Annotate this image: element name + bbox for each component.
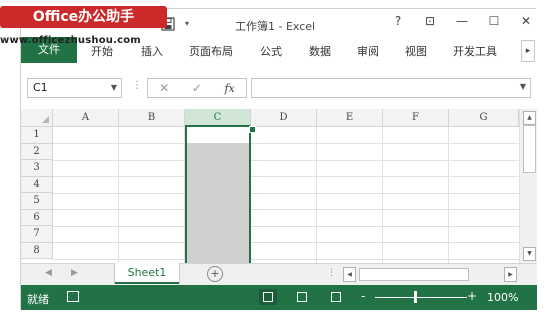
scroll-right-icon[interactable]: ▶ [504, 267, 517, 282]
maximize-button[interactable]: ☐ [487, 14, 501, 28]
cancel-icon[interactable]: ✕ [159, 81, 169, 95]
tab-split-grip-icon[interactable]: ⋮ [327, 268, 336, 278]
scroll-thumb[interactable] [523, 125, 536, 173]
column-header-f[interactable]: F [383, 109, 449, 127]
chevron-down-icon[interactable]: ▼ [111, 79, 117, 97]
help-button[interactable]: ? [391, 14, 405, 28]
grid-line [53, 176, 519, 177]
tab-insert[interactable]: 插入 [141, 43, 163, 59]
column-header-b[interactable]: B [119, 109, 185, 127]
minimize-button[interactable]: — [455, 14, 469, 28]
row-header-8[interactable]: 8 [21, 242, 53, 259]
row-header-2[interactable]: 2 [21, 143, 53, 160]
scroll-up-icon[interactable]: ▲ [523, 111, 536, 125]
normal-view-icon[interactable] [259, 289, 277, 305]
scroll-left-icon[interactable]: ◀ [343, 267, 356, 282]
zoom-out-button[interactable]: - [361, 289, 365, 303]
vertical-scrollbar[interactable]: ▲ ▼ [519, 109, 537, 263]
active-cell[interactable] [187, 127, 249, 143]
row-header-4[interactable]: 4 [21, 176, 53, 193]
horizontal-scrollbar[interactable]: ◀ ▶ [343, 267, 517, 282]
fill-handle[interactable] [249, 126, 256, 133]
row-header-3[interactable]: 3 [21, 160, 53, 177]
status-bar: 就绪 - + 100% [21, 285, 537, 310]
close-button[interactable]: ✕ [519, 14, 533, 28]
expand-formula-bar-icon[interactable]: ▼ [520, 82, 526, 91]
insert-function-icon[interactable]: fx [224, 82, 234, 95]
grid-line [53, 209, 519, 210]
next-sheet-icon[interactable]: ▶ [71, 268, 78, 278]
row-header-5[interactable]: 5 [21, 193, 53, 210]
zoom-in-button[interactable]: + [467, 289, 477, 303]
grid-line [53, 225, 519, 227]
grid-line [53, 242, 519, 243]
column-header-d[interactable]: D [251, 109, 317, 127]
formula-buttons: ✕ ✓ fx [147, 78, 247, 98]
select-all-button[interactable] [21, 109, 53, 127]
screenshot: Office办公助手 www.officezhushou.com ▾ 工作簿1 … [0, 0, 550, 323]
column-header-c[interactable]: C [185, 109, 251, 127]
column-header-a[interactable]: A [53, 109, 119, 127]
column-header-e[interactable]: E [317, 109, 383, 127]
watermark-url: www.officezhushou.com [0, 35, 141, 46]
tab-developer[interactable]: 开发工具 [453, 43, 497, 59]
zoom-slider[interactable] [375, 297, 467, 298]
name-box-value: C1 [33, 81, 48, 94]
enter-icon[interactable]: ✓ [192, 81, 202, 95]
previous-sheet-icon[interactable]: ◀ [45, 268, 52, 278]
excel-window: ▾ 工作簿1 - Excel ? ⊡ — ☐ ✕ 文件 开始 插入 页面布局 公… [20, 8, 537, 310]
ribbon-display-button[interactable]: ⊡ [423, 14, 437, 28]
add-sheet-icon[interactable]: + [207, 266, 223, 282]
scroll-down-icon[interactable]: ▼ [523, 247, 536, 261]
grid-line [53, 143, 519, 144]
grid-line [53, 192, 519, 194]
tab-view[interactable]: 视图 [405, 43, 427, 59]
macro-record-icon[interactable] [67, 291, 79, 302]
grid-line [53, 159, 519, 161]
row-header-1[interactable]: 1 [21, 127, 53, 144]
zoom-slider-thumb[interactable] [414, 291, 417, 303]
column-header-g[interactable]: G [449, 109, 519, 127]
sheet-tab-bar: ◀ ▶ Sheet1 + ⋮ ◀ ▶ [21, 263, 537, 285]
tab-formulas[interactable]: 公式 [260, 43, 282, 59]
formula-input[interactable]: ▼ [251, 78, 531, 98]
page-layout-view-icon[interactable] [293, 289, 311, 305]
window-controls: ? ⊡ — ☐ ✕ [391, 14, 533, 28]
status-ready: 就绪 [27, 293, 49, 306]
worksheet-grid[interactable]: A B C D E F G 1 2 3 4 5 6 7 8 ▲ ▼ [21, 109, 537, 263]
zoom-level[interactable]: 100% [487, 291, 518, 304]
tab-data[interactable]: 数据 [309, 43, 331, 59]
formula-bar-grip-icon[interactable]: ⋮ [132, 80, 142, 91]
row-header-7[interactable]: 7 [21, 226, 53, 243]
page-break-view-icon[interactable] [327, 289, 345, 305]
tab-page-layout[interactable]: 页面布局 [189, 43, 233, 59]
sheet-tab-sheet1[interactable]: Sheet1 [115, 263, 179, 284]
watermark-badge: Office办公助手 [0, 6, 167, 28]
name-box[interactable]: C1 ▼ [27, 78, 122, 98]
selected-column-range[interactable] [185, 127, 251, 263]
scroll-thumb[interactable] [359, 268, 469, 281]
row-header-6[interactable]: 6 [21, 209, 53, 226]
tab-review[interactable]: 审阅 [357, 43, 379, 59]
formula-bar: C1 ▼ ⋮ ✕ ✓ fx ▼ [21, 63, 537, 109]
grid-line [53, 258, 519, 260]
ribbon-scroll-right-icon[interactable]: ▸ [521, 40, 535, 62]
customize-qat-icon[interactable]: ▾ [185, 19, 189, 28]
window-title: 工作簿1 - Excel [235, 20, 316, 33]
